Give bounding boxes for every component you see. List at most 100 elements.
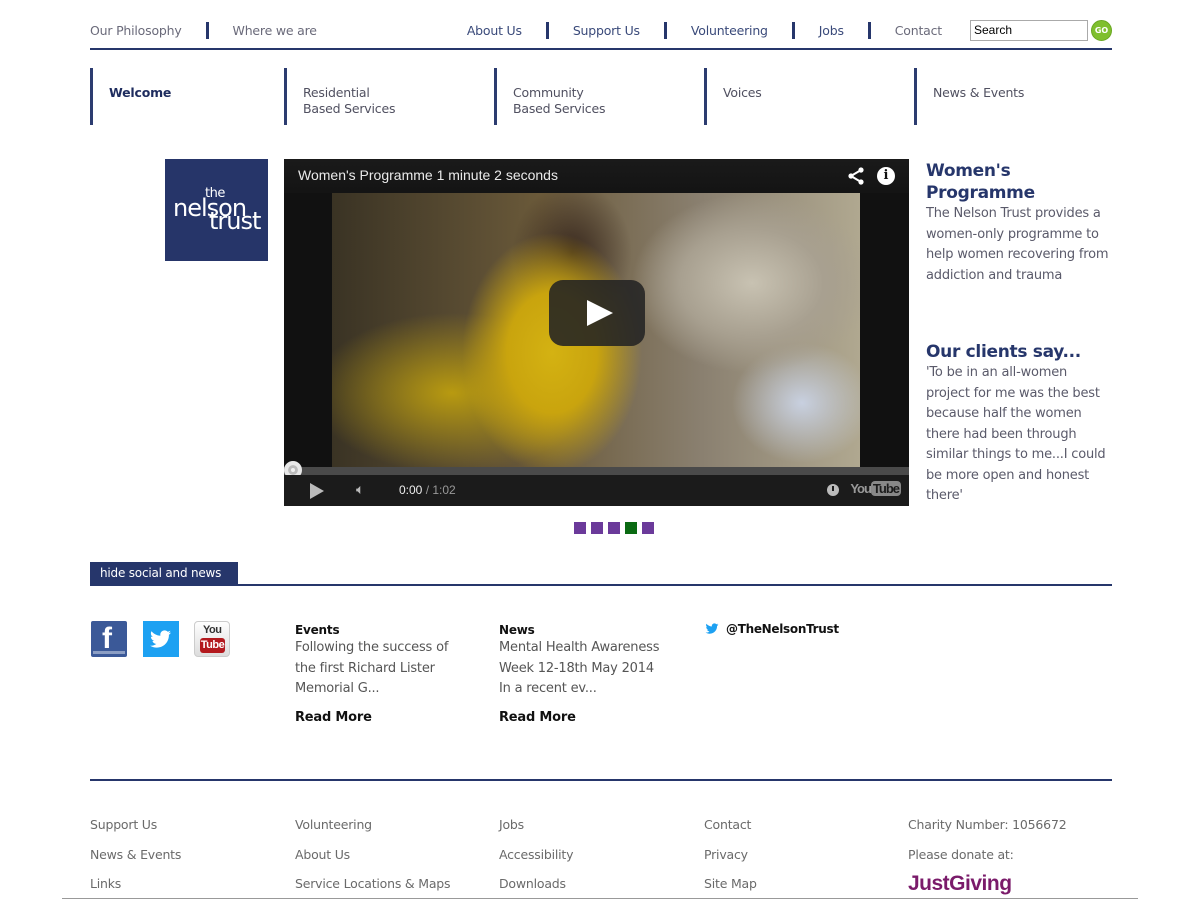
nav-about-us[interactable]: About Us [467,23,522,38]
programme-description: The Nelson Trust provides a women-only p… [926,206,1109,283]
charity-number: Charity Number: 1056672 [908,817,1067,832]
news-section: News Mental Health Awareness Week 12-18t… [499,622,669,725]
footer-column-3: Jobs Accessibility Downloads [499,810,574,899]
nav-separator [545,21,549,39]
justgiving-logo-link[interactable]: JustGiving [908,869,1066,899]
main-nav-label-line2: Based Services [303,101,396,116]
events-heading: Events [295,623,340,637]
nav-jobs[interactable]: Jobs [819,23,844,38]
facebook-icon[interactable]: f [91,621,127,657]
volume-icon[interactable]: 🔈︎ [356,482,364,498]
events-section: Events Following the success of the firs… [295,622,465,725]
footer-column-5: Charity Number: 1056672 Please donate at… [908,810,1067,899]
nav-separator [791,21,795,39]
footer-link-links[interactable]: Links [90,869,181,899]
watch-later-icon[interactable] [827,484,839,496]
video-title-bar: Women's Programme 1 minute 2 seconds i [284,159,909,193]
social-divider [90,584,1112,586]
main-nav-residential-services[interactable]: Residential Based Services [284,68,494,125]
programme-info: Women's Programme The Nelson Trust provi… [926,160,1112,286]
twitter-icon[interactable] [143,621,179,657]
duration: / 1:02 [422,483,456,497]
hide-social-news-toggle[interactable]: hide social and news [90,562,238,586]
nav-separator [205,21,209,39]
client-testimonial: Our clients say... 'To be in an all-wome… [926,341,1112,507]
top-navigation: Our Philosophy Where we are About Us Sup… [90,18,1112,42]
main-nav-news-events[interactable]: News & Events [914,68,1112,125]
video-title[interactable]: Women's Programme 1 minute 2 seconds [298,167,558,183]
top-nav-left: Our Philosophy Where we are [90,18,317,42]
top-nav-right: About Us Support Us Volunteering Jobs Co… [467,18,1112,42]
slider-dot-2[interactable] [591,522,603,534]
share-icon[interactable] [847,167,865,185]
news-heading: News [499,623,535,637]
footer-column-2: Volunteering About Us Service Locations … [295,810,451,899]
twitter-handle: @TheNelsonTrust [726,622,839,636]
footer-link-service-locations[interactable]: Service Locations & Maps [295,869,451,899]
main-navigation: Welcome Residential Based Services Commu… [90,68,1112,125]
events-excerpt: Following the success of the first Richa… [295,640,449,696]
slider-dot-1[interactable] [574,522,586,534]
footer-link-about-us[interactable]: About Us [295,840,450,870]
main-nav-voices[interactable]: Voices [704,68,914,125]
testimonial-title: Our clients say... [926,342,1081,362]
main-nav-label: Voices [723,85,762,100]
page-bottom-line [62,898,1138,899]
play-button-large[interactable] [549,280,645,346]
main-nav-label: Welcome [109,85,172,100]
nav-contact[interactable]: Contact [895,23,942,38]
search-go-button[interactable]: GO [1091,19,1112,41]
slider-dot-5[interactable] [642,522,654,534]
video-progress-bar[interactable] [284,467,909,475]
footer-link-contact[interactable]: Contact [704,810,757,840]
nav-our-philosophy[interactable]: Our Philosophy [90,23,182,38]
youtube-logo[interactable]: You Tube [850,481,901,496]
nav-volunteering[interactable]: Volunteering [691,23,768,38]
news-read-more-link[interactable]: Read More [499,710,669,725]
footer-column-1: Support Us News & Events Links [90,810,181,899]
top-divider [90,48,1112,50]
nav-separator [867,21,871,39]
youtube-icon[interactable]: You Tube [194,621,230,657]
main-nav-label-line1: Community [513,85,584,100]
youtube-icon-tube: Tube [200,638,225,653]
current-time: 0:00 [399,483,423,497]
main-nav-community-services[interactable]: Community Based Services [494,68,704,125]
main-nav-label: News & Events [933,85,1025,100]
footer-link-volunteering[interactable]: Volunteering [295,810,450,840]
main-nav-label-line1: Residential [303,85,370,100]
footer-link-jobs[interactable]: Jobs [499,810,573,840]
slider-dot-4-active[interactable] [625,522,637,534]
footer-link-privacy[interactable]: Privacy [704,840,757,870]
main-nav-label-line2: Based Services [513,101,606,116]
twitter-bird-icon [150,630,171,648]
youtube-you: You [850,481,872,496]
video-time: 0:00 / 1:02 [399,483,456,497]
programme-title: Women's Programme [926,161,1035,203]
logo-text-trust: trust [209,207,261,235]
testimonial-quote: 'To be in an all-women project for me wa… [926,365,1106,503]
footer-divider [90,779,1112,781]
play-icon[interactable] [310,483,324,499]
footer-link-accessibility[interactable]: Accessibility [499,840,574,870]
search-input[interactable] [970,19,1088,41]
footer-link-news-events[interactable]: News & Events [90,840,181,870]
twitter-feed-link[interactable]: @TheNelsonTrust [704,622,839,636]
video-player[interactable]: Women's Programme 1 minute 2 seconds i 🔈… [284,159,909,506]
footer-link-downloads[interactable]: Downloads [499,869,573,899]
events-read-more-link[interactable]: Read More [295,710,465,725]
footer-link-support-us[interactable]: Support Us [90,810,181,840]
footer-link-site-map[interactable]: Site Map [704,869,757,899]
video-controls: 🔈︎ 0:00 / 1:02 You Tube [284,475,909,506]
donate-text: Please donate at: [908,846,1014,862]
nelson-trust-logo[interactable]: the nelson trust [165,159,268,261]
twitter-bird-icon [705,623,719,634]
slider-dot-3[interactable] [608,522,620,534]
nav-support-us[interactable]: Support Us [573,23,640,38]
youtube-icon-you: You [203,624,222,636]
info-icon[interactable]: i [877,167,895,185]
nav-where-we-are[interactable]: Where we are [233,23,317,38]
news-excerpt: Mental Health Awareness Week 12-18th May… [499,640,660,696]
youtube-tube: Tube [870,481,901,496]
main-nav-welcome[interactable]: Welcome [90,68,284,125]
